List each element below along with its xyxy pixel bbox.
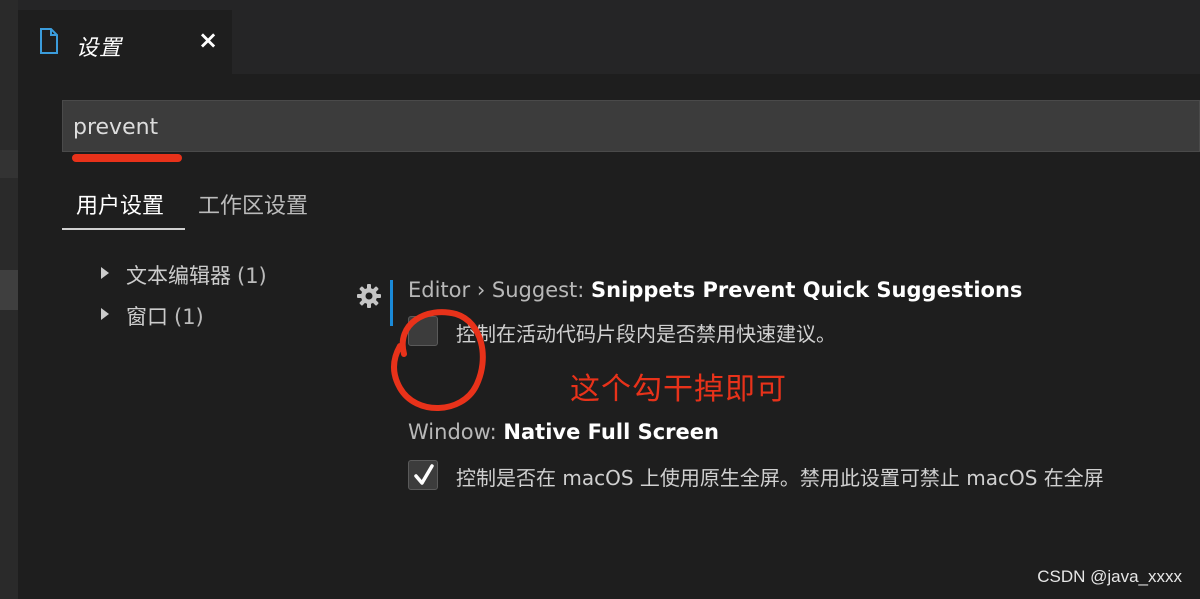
tab-bar: 设置 × xyxy=(18,0,1200,74)
setting-title: Window: Native Full Screen xyxy=(408,420,719,444)
toc-item-count: (1) xyxy=(237,264,267,288)
annotation-text: 这个勾干掉即可 xyxy=(570,372,787,407)
toc-item-label: 窗口 xyxy=(126,305,168,329)
setting-title: Editor › Suggest: Snippets Prevent Quick… xyxy=(408,278,1022,302)
activity-bar-item[interactable] xyxy=(0,150,18,178)
annotation-circle xyxy=(391,309,486,411)
chevron-right-icon xyxy=(101,267,109,279)
setting-description: 控制是否在 macOS 上使用原生全屏。禁用此设置可禁止 macOS 在全屏 xyxy=(456,466,1104,490)
tab-user-settings[interactable]: 用户设置 xyxy=(62,182,182,228)
settings-editor: 用户设置 工作区设置 文本编辑器(1) 窗口(1) xyxy=(18,74,1200,599)
toc-item-label: 文本编辑器 xyxy=(126,264,231,288)
search-box xyxy=(62,100,1200,152)
check-icon xyxy=(414,464,434,485)
annotation-underline xyxy=(72,154,182,162)
setting-checkbox[interactable] xyxy=(408,460,438,490)
setting-name: Native Full Screen xyxy=(503,420,719,444)
file-icon xyxy=(40,28,58,54)
tab-title: 设置 xyxy=(76,36,123,61)
setting-description: 控制在活动代码片段内是否禁用快速建议。 xyxy=(456,322,836,346)
search-input[interactable] xyxy=(71,109,1175,145)
activity-bar xyxy=(0,0,18,599)
tab-settings[interactable]: 设置 × xyxy=(18,10,232,74)
active-tab-indicator xyxy=(62,228,185,230)
chevron-right-icon xyxy=(101,308,109,320)
setting-category: Window: xyxy=(408,420,504,444)
tab-label: 工作区设置 xyxy=(198,194,309,219)
setting-category: Editor › Suggest: xyxy=(408,278,592,302)
activity-bar-item[interactable] xyxy=(0,270,18,310)
settings-window: 设置 × 用户设置 工作区设置 文本编辑器(1) xyxy=(0,0,1200,599)
tab-label: 用户设置 xyxy=(76,194,165,219)
setting-native-full-screen: Window: Native Full Screen 控制是否在 macOS 上… xyxy=(356,420,1200,500)
gear-icon[interactable] xyxy=(356,283,382,309)
close-icon[interactable]: × xyxy=(194,26,222,54)
watermark: CSDN @java_xxxx xyxy=(1037,567,1182,586)
toc-item-count: (1) xyxy=(174,305,204,329)
setting-name: Snippets Prevent Quick Suggestions xyxy=(591,278,1023,302)
